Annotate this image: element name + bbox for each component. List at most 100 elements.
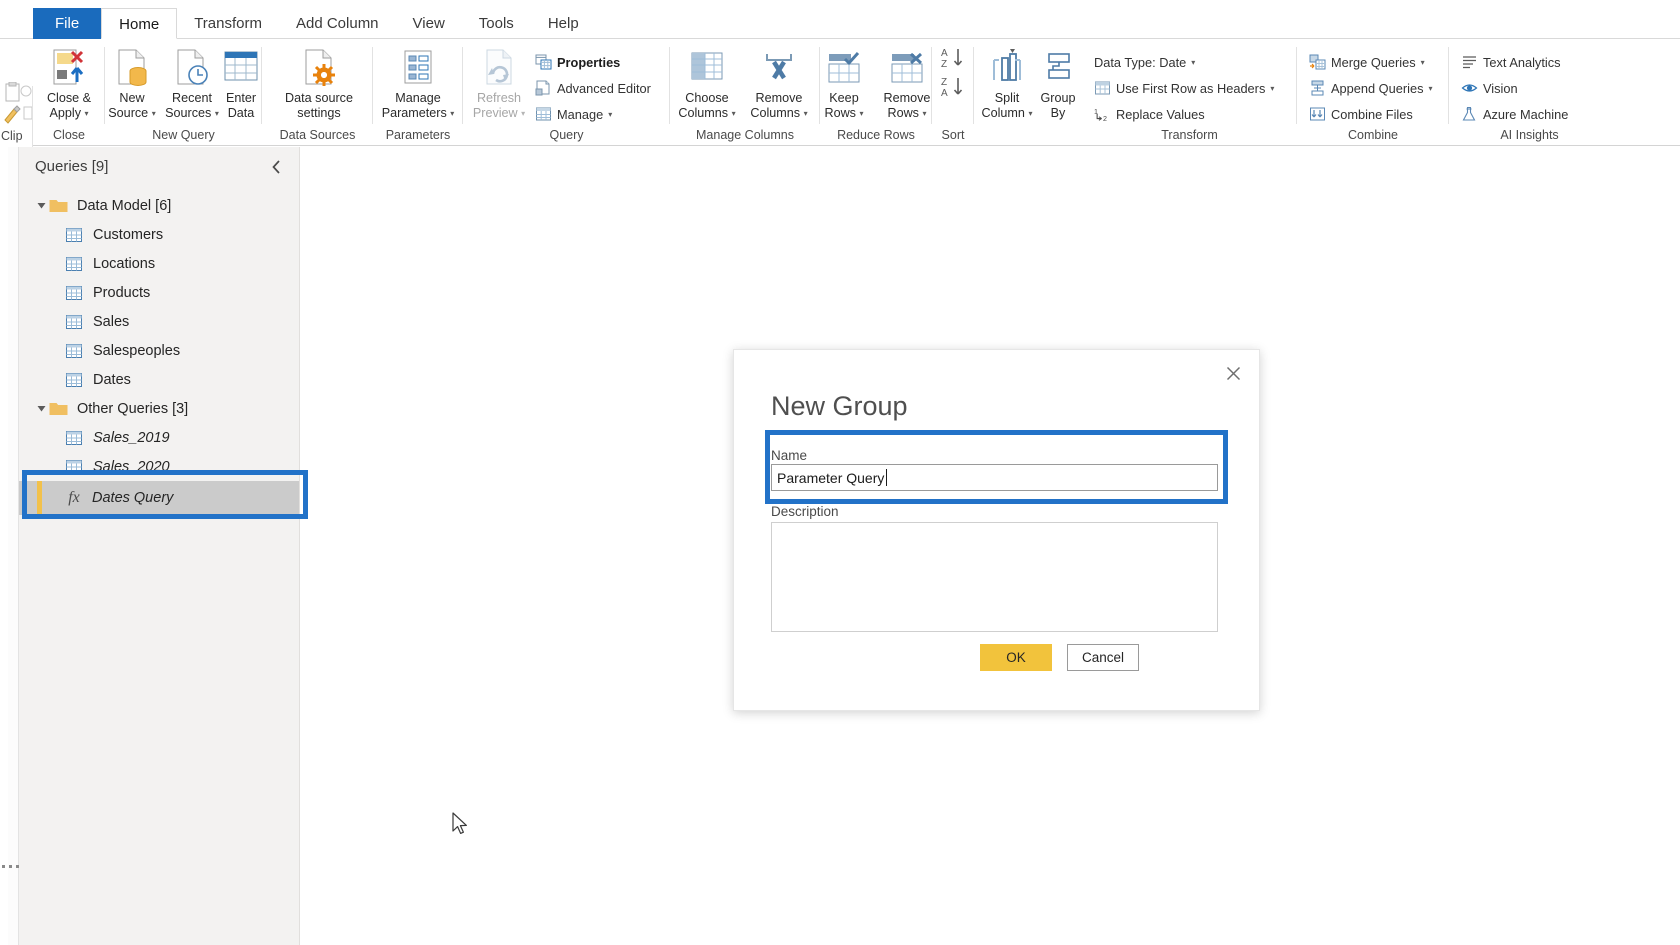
tree-item-products[interactable]: Products xyxy=(19,278,299,307)
chevron-down-icon[interactable]: ▾ xyxy=(922,109,926,118)
tree-item-products-label: Products xyxy=(93,285,150,301)
chevron-down-icon[interactable]: ▾ xyxy=(608,110,612,119)
chevron-down-icon[interactable]: ▾ xyxy=(1428,84,1432,93)
parameters-group-label: Parameters xyxy=(373,128,463,142)
tab-tools[interactable]: Tools xyxy=(462,8,531,39)
ribbon-body: Clip Close & Apply ▾ Close xyxy=(0,39,1680,146)
append-queries-button[interactable]: Append Queries ▾ xyxy=(1309,77,1433,99)
chevron-down-icon[interactable]: ▾ xyxy=(732,109,736,118)
chevron-down-icon[interactable]: ▾ xyxy=(521,109,525,118)
choose-columns-line2: Columns xyxy=(678,106,728,120)
tree-folder-other-queries[interactable]: Other Queries [3] xyxy=(19,394,299,423)
refresh-preview-button[interactable]: Refresh Preview ▾ xyxy=(461,45,537,121)
refresh-preview-icon xyxy=(461,45,537,91)
sort-ascending-button[interactable]: A Z xyxy=(940,46,966,75)
description-textarea[interactable] xyxy=(771,522,1218,632)
data-type-button[interactable]: Data Type: Date ▾ xyxy=(1094,51,1195,73)
advanced-editor-button[interactable]: Advanced Editor xyxy=(535,77,651,99)
data-source-settings-button[interactable]: Data source settings xyxy=(278,45,360,120)
ribbon-group-combine: Merge Queries ▾ Append Queries ▾ xyxy=(1297,39,1449,146)
ok-button[interactable]: OK xyxy=(980,644,1052,671)
cancel-button[interactable]: Cancel xyxy=(1067,644,1139,671)
tab-file[interactable]: File xyxy=(33,8,101,39)
tree-item-dates-query[interactable]: fx Dates Query xyxy=(19,481,299,515)
advanced-editor-icon xyxy=(535,80,552,97)
close-icon[interactable] xyxy=(1219,360,1247,386)
use-first-row-as-headers-button[interactable]: Use First Row as Headers ▾ xyxy=(1094,77,1274,99)
table-icon xyxy=(66,315,86,329)
azure-machine-learning-button[interactable]: Azure Machine xyxy=(1461,103,1568,125)
recent-sources-line2: Sources xyxy=(165,106,211,120)
tree-folder-data-model[interactable]: Data Model [6] xyxy=(19,191,299,220)
tab-help[interactable]: Help xyxy=(531,8,596,39)
merge-queries-icon xyxy=(1309,54,1326,71)
svg-text:2: 2 xyxy=(1103,115,1107,123)
tree-item-locations[interactable]: Locations xyxy=(19,249,299,278)
chevron-down-icon[interactable]: ▾ xyxy=(1191,58,1195,67)
name-field-label: Name xyxy=(771,448,807,463)
text-analytics-button[interactable]: Text Analytics xyxy=(1461,51,1561,73)
manage-label: Manage xyxy=(557,107,603,122)
tree-item-salespeoples[interactable]: Salespeoples xyxy=(19,336,299,365)
chevron-down-icon[interactable]: ▾ xyxy=(450,109,454,118)
properties-button[interactable]: Properties xyxy=(535,51,620,73)
chevron-down-icon[interactable]: ▾ xyxy=(1421,58,1425,67)
chevron-down-icon[interactable]: ▾ xyxy=(804,109,808,118)
ai-insights-group-label: AI Insights xyxy=(1449,128,1610,142)
manage-parameters-line1: Manage xyxy=(395,91,441,105)
replace-values-label: Replace Values xyxy=(1116,107,1205,122)
tab-add-column[interactable]: Add Column xyxy=(279,8,396,39)
expand-triangle-icon[interactable] xyxy=(35,201,47,210)
combine-files-button[interactable]: Combine Files xyxy=(1309,103,1413,125)
chevron-down-icon[interactable]: ▾ xyxy=(1270,84,1274,93)
tree-item-dates-query-label: Dates Query xyxy=(92,490,173,506)
close-apply-line2: Apply xyxy=(49,106,81,120)
ribbon-group-ai-insights: Text Analytics Vision Az xyxy=(1449,39,1680,146)
chevron-down-icon[interactable]: ▾ xyxy=(85,109,89,118)
new-query-group-label: New Query xyxy=(105,128,262,142)
manage-parameters-button[interactable]: Manage Parameters ▾ xyxy=(375,45,461,121)
expand-triangle-icon[interactable] xyxy=(35,404,47,413)
group-by-button[interactable]: Group By xyxy=(1030,45,1086,120)
tree-item-customers[interactable]: Customers xyxy=(19,220,299,249)
manage-button[interactable]: Manage ▾ xyxy=(535,103,612,125)
window-left-edge xyxy=(0,147,8,945)
group-by-line2: By xyxy=(1051,106,1066,120)
folder-icon xyxy=(49,401,70,416)
svg-text:Z: Z xyxy=(941,77,947,88)
remove-columns-button[interactable]: Remove Columns ▾ xyxy=(740,45,818,121)
sort-descending-button[interactable]: Z A xyxy=(940,75,966,104)
svg-text:A: A xyxy=(941,88,948,99)
advanced-editor-label: Advanced Editor xyxy=(557,81,651,96)
svg-text:A: A xyxy=(941,48,948,59)
tab-home[interactable]: Home xyxy=(101,8,177,39)
queries-tree: Data Model [6] Customers xyxy=(19,191,299,515)
close-group-label: Close xyxy=(33,128,105,142)
tree-item-sales-2020[interactable]: Sales_2020 xyxy=(19,452,299,481)
tree-folder-data-model-label: Data Model [6] xyxy=(77,198,171,214)
replace-values-button[interactable]: 1 2 Replace Values xyxy=(1094,103,1205,125)
choose-columns-button[interactable]: Choose Columns ▾ xyxy=(668,45,746,121)
tree-item-sales-2019[interactable]: Sales_2019 xyxy=(19,423,299,452)
remove-columns-icon xyxy=(740,45,818,91)
table-icon xyxy=(66,286,86,300)
ribbon-tab-strip: File Home Transform Add Column View Tool… xyxy=(0,0,1680,39)
tab-view[interactable]: View xyxy=(396,8,462,39)
data-source-settings-line2: settings xyxy=(297,106,340,120)
power-query-editor-window: File Home Transform Add Column View Tool… xyxy=(0,0,1680,945)
merge-queries-button[interactable]: Merge Queries ▾ xyxy=(1309,51,1425,73)
sidebar-splitter[interactable] xyxy=(8,147,19,945)
properties-icon xyxy=(535,54,552,71)
tree-item-sales[interactable]: Sales xyxy=(19,307,299,336)
tab-transform[interactable]: Transform xyxy=(177,8,279,39)
chevron-down-icon[interactable]: ▾ xyxy=(859,109,863,118)
chevron-left-icon[interactable] xyxy=(266,157,286,177)
keep-rows-button[interactable]: Keep Rows ▾ xyxy=(810,45,878,121)
tree-item-dates[interactable]: Dates xyxy=(19,365,299,394)
ribbon-group-transform: Split Column ▾ Group By Data Type: Date … xyxy=(974,39,1297,146)
remove-columns-line2: Columns xyxy=(750,106,800,120)
dialog-title: New Group xyxy=(771,391,908,422)
name-input[interactable] xyxy=(771,464,1218,491)
vision-button[interactable]: Vision xyxy=(1461,77,1518,99)
table-icon xyxy=(66,460,86,474)
